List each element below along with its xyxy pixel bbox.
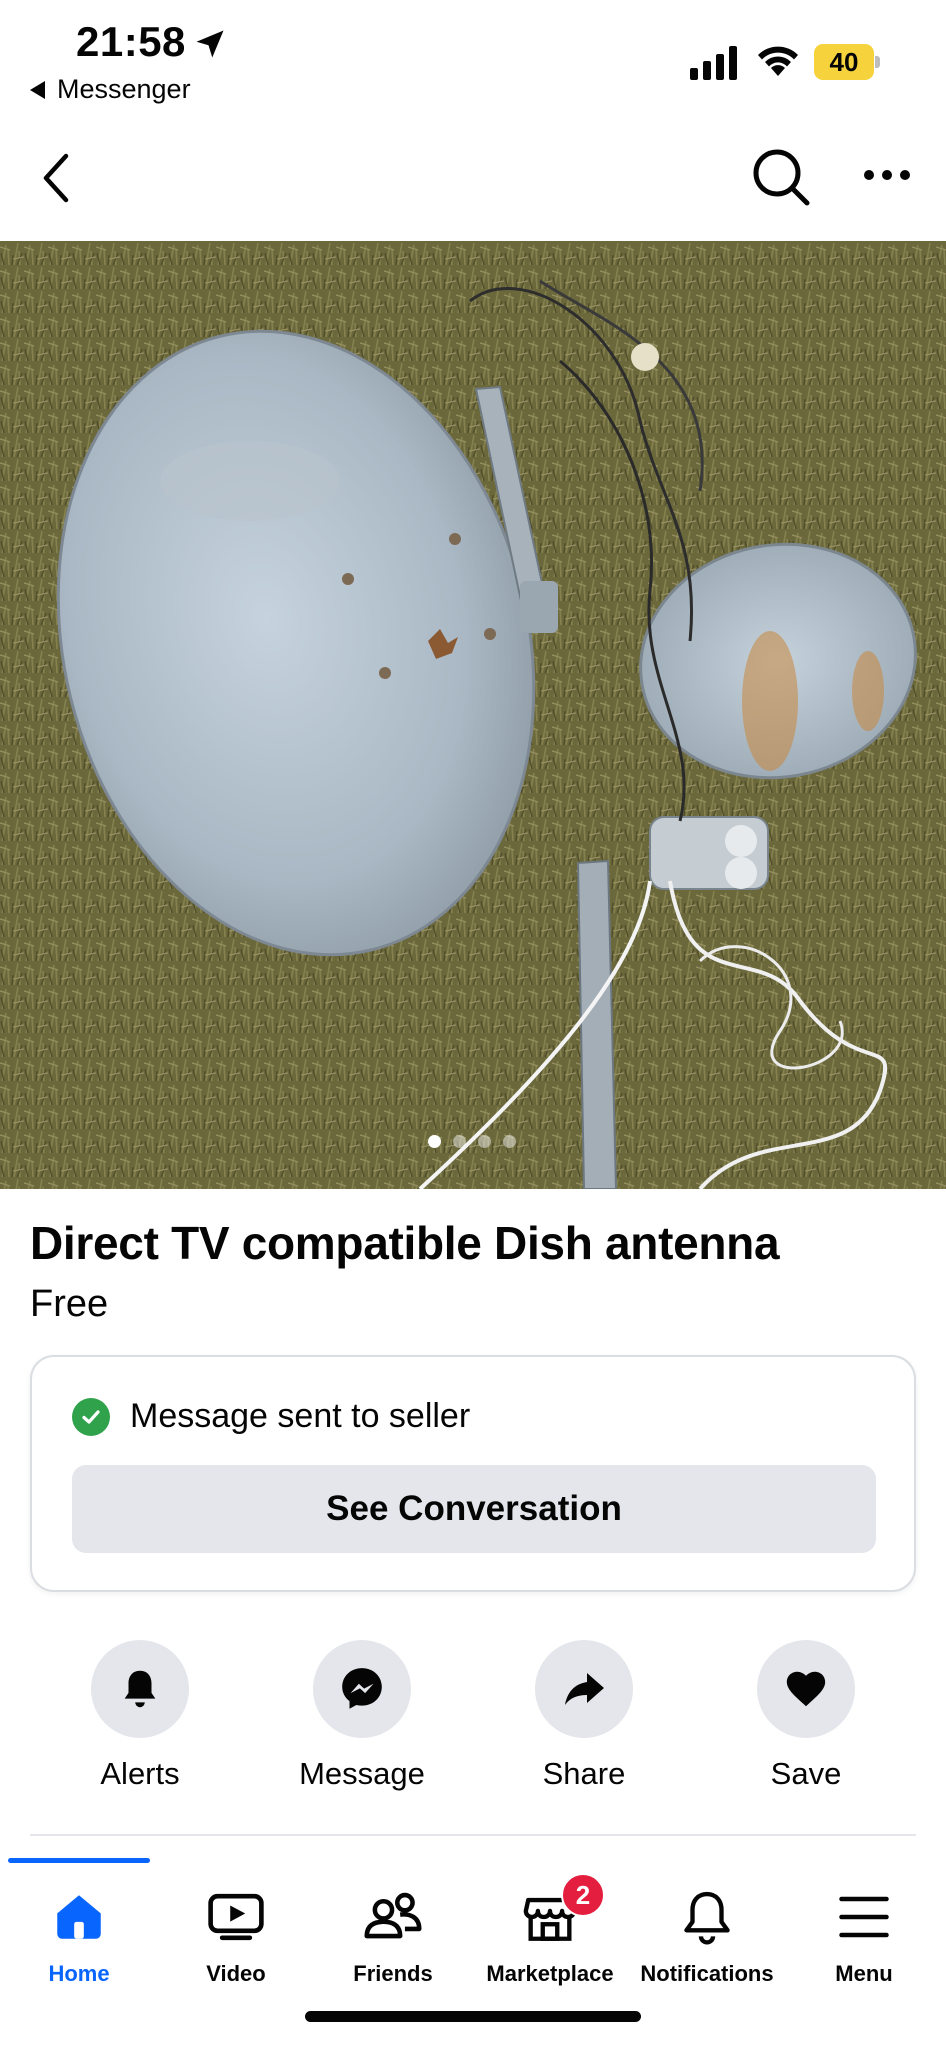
alerts-label: Alerts	[100, 1756, 180, 1791]
listing-photo[interactable]	[0, 241, 946, 1189]
video-icon	[157, 1885, 315, 1949]
signal-icon	[690, 46, 737, 80]
status-time: 21:58	[76, 18, 186, 65]
tab-marketplace-label: Marketplace	[486, 1961, 614, 1986]
check-circle-icon	[72, 1397, 110, 1436]
back-triangle-icon	[30, 80, 45, 99]
see-conversation-button[interactable]: See Conversation	[72, 1465, 876, 1553]
messenger-icon	[313, 1640, 411, 1738]
page-dot	[428, 1135, 441, 1148]
active-tab-indicator	[8, 1858, 150, 1863]
tab-notifications-label: Notifications	[640, 1961, 774, 1986]
wifi-icon	[758, 46, 798, 76]
tab-marketplace[interactable]: 2 Marketplace	[471, 1873, 629, 1987]
message-label: Message	[299, 1756, 425, 1791]
message-button[interactable]: Message	[262, 1640, 462, 1792]
tab-video-label: Video	[206, 1961, 266, 1986]
page-dot	[478, 1135, 491, 1148]
back-chevron-icon[interactable]	[34, 150, 82, 206]
battery-icon: 40	[814, 44, 880, 80]
message-status-card: Message sent to seller See Conversation	[30, 1355, 916, 1592]
section-divider	[30, 1834, 916, 1836]
share-label: Share	[542, 1756, 626, 1791]
listing-actions: Alerts Message Share Save	[0, 1640, 946, 1800]
tab-menu[interactable]: Menu	[785, 1885, 943, 1987]
status-bar: 21:58 Messenger 40	[0, 0, 946, 110]
photo-pagination	[428, 1135, 516, 1148]
back-app-label: Messenger	[57, 74, 191, 104]
battery-level: 40	[814, 44, 874, 80]
tab-video[interactable]: Video	[157, 1885, 315, 1987]
back-to-app-link[interactable]: Messenger	[30, 74, 191, 105]
tab-menu-label: Menu	[835, 1961, 893, 1986]
alerts-button[interactable]: Alerts	[40, 1640, 240, 1792]
tab-home-label: Home	[48, 1961, 110, 1986]
tab-friends-label: Friends	[353, 1961, 433, 1986]
page-dot	[503, 1135, 516, 1148]
listing-title: Direct TV compatible Dish antenna	[30, 1217, 780, 1269]
more-icon[interactable]	[862, 160, 912, 190]
share-button[interactable]: Share	[484, 1640, 684, 1792]
friends-icon	[314, 1885, 472, 1949]
save-button[interactable]: Save	[706, 1640, 906, 1792]
save-label: Save	[770, 1756, 842, 1791]
listing-price: Free	[30, 1283, 109, 1325]
message-status: Message sent to seller	[72, 1397, 470, 1436]
heart-icon	[757, 1640, 855, 1738]
location-arrow-icon	[196, 30, 224, 58]
hamburger-icon	[785, 1885, 943, 1949]
tab-home[interactable]: Home	[0, 1885, 158, 1987]
tab-friends[interactable]: Friends	[314, 1885, 472, 1987]
bell-outline-icon	[628, 1885, 786, 1949]
share-arrow-icon	[535, 1640, 633, 1738]
home-icon	[0, 1885, 158, 1949]
search-icon[interactable]	[750, 146, 812, 208]
tab-notifications[interactable]: Notifications	[628, 1885, 786, 1987]
marketplace-badge: 2	[561, 1873, 605, 1917]
top-nav	[0, 120, 946, 240]
marketplace-icon: 2	[471, 1873, 629, 1949]
message-status-text: Message sent to seller	[130, 1397, 471, 1435]
home-indicator	[305, 2011, 641, 2022]
page-dot	[453, 1135, 466, 1148]
bell-icon	[91, 1640, 189, 1738]
